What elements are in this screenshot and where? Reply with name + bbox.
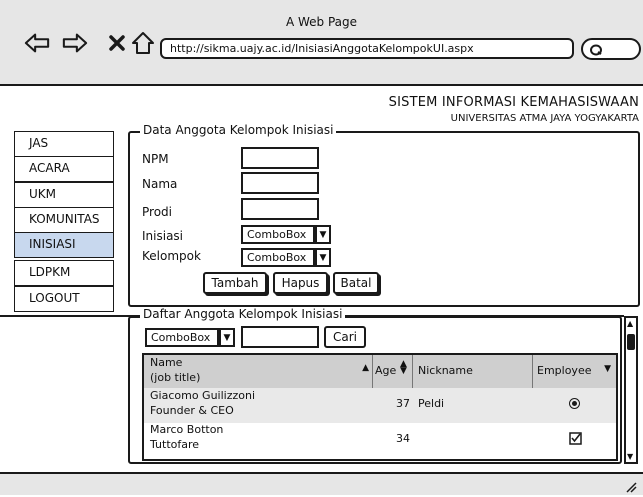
url-field[interactable]: http://sikma.uajy.ac.id/InisiasiAnggotaK… xyxy=(160,38,574,59)
form-legend: Data Anggota Kelompok Inisiasi xyxy=(140,123,337,137)
cell-age: 34 xyxy=(396,432,410,445)
inisiasi-combobox[interactable]: ComboBox xyxy=(241,225,315,244)
chevron-down-icon[interactable]: ▼ xyxy=(315,225,331,244)
sort-desc-icon: ▼ xyxy=(604,364,611,374)
sort-both-icon: ▲ ▼ xyxy=(400,359,407,376)
sort-asc-icon: ▲ xyxy=(362,363,369,373)
search-icon xyxy=(589,42,605,61)
batal-button[interactable]: Batal xyxy=(333,272,379,294)
cell-age: 37 xyxy=(396,397,410,410)
filter-combobox[interactable]: ComboBox xyxy=(145,328,219,347)
sidebar-item-logout[interactable]: LOGOUT xyxy=(14,286,114,312)
nama-input[interactable] xyxy=(241,172,319,194)
chevron-down-icon[interactable]: ▼ xyxy=(315,248,331,267)
sidebar-item-acara[interactable]: ACARA xyxy=(14,156,114,182)
column-header-name-label: Name xyxy=(150,356,183,369)
search-button[interactable] xyxy=(581,38,641,60)
window-title: A Web Page xyxy=(285,15,358,29)
resize-grip-icon[interactable] xyxy=(625,478,637,497)
kelompok-combobox[interactable]: ComboBox xyxy=(241,248,315,267)
cell-title: Founder & CEO xyxy=(150,404,234,417)
kelompok-label: Kelompok xyxy=(142,249,201,263)
close-icon[interactable] xyxy=(104,30,130,56)
npm-input[interactable] xyxy=(241,147,319,169)
home-icon[interactable] xyxy=(130,30,156,56)
tambah-button[interactable]: Tambah xyxy=(203,272,267,294)
sidebar-item-komunitas[interactable]: KOMUNITAS xyxy=(14,207,114,233)
hapus-button[interactable]: Hapus xyxy=(273,272,328,294)
table-row[interactable]: Giacomo Guilizzoni Founder & CEO 37 Peld… xyxy=(144,388,616,423)
prodi-input[interactable] xyxy=(241,198,319,220)
sidebar-item-jas[interactable]: JAS xyxy=(14,131,114,157)
vertical-scrollbar[interactable]: ▲ ▼ xyxy=(624,316,638,464)
status-bar xyxy=(0,472,643,495)
scroll-thumb[interactable] xyxy=(627,334,635,350)
prodi-label: Prodi xyxy=(142,205,172,219)
data-grid: Name (job title) ▲ Age ▲ ▼ Nickname Emplo… xyxy=(142,353,618,461)
column-header-nickname-label: Nickname xyxy=(418,364,473,377)
column-header-nickname[interactable]: Nickname xyxy=(413,355,533,388)
scroll-down-icon[interactable]: ▼ xyxy=(627,452,633,461)
search-input[interactable] xyxy=(241,326,319,348)
column-header-age-label: Age xyxy=(375,364,397,377)
forward-arrow-icon[interactable] xyxy=(62,30,88,56)
cari-button[interactable]: Cari xyxy=(324,326,366,348)
app-title: SISTEM INFORMASI KEMAHASISWAAN xyxy=(388,95,639,110)
sidebar-item-inisiasi[interactable]: INISIASI xyxy=(14,232,114,258)
nama-label: Nama xyxy=(142,177,178,191)
cell-title: Tuttofare xyxy=(150,438,200,451)
scroll-up-icon[interactable]: ▲ xyxy=(627,319,633,328)
back-arrow-icon[interactable] xyxy=(24,30,50,56)
column-header-employee-label: Employee xyxy=(537,364,592,377)
npm-label: NPM xyxy=(142,152,169,166)
browser-toolbar: A Web Page http://sikma.uajy.ac.id/Inisi… xyxy=(0,0,643,86)
app-subtitle: UNIVERSITAS ATMA JAYA YOGYAKARTA xyxy=(450,113,639,124)
list-legend: Daftar Anggota Kelompok Inisiasi xyxy=(140,307,346,321)
cell-name: Marco Botton xyxy=(150,423,224,436)
sidebar-item-ldpkm[interactable]: LDPKM xyxy=(14,260,114,286)
cell-nickname: Peldi xyxy=(418,397,445,410)
column-header-name[interactable]: Name (job title) ▲ xyxy=(144,355,373,388)
cell-nickname xyxy=(418,423,528,458)
column-header-name-sub: (job title) xyxy=(150,371,201,384)
sidebar-item-ukm[interactable]: UKM xyxy=(14,182,114,208)
cell-name: Giacomo Guilizzoni xyxy=(150,389,256,402)
chevron-down-icon[interactable]: ▼ xyxy=(219,328,235,347)
employee-checkbox[interactable] xyxy=(569,432,582,448)
inisiasi-label: Inisiasi xyxy=(142,229,184,243)
column-header-age[interactable]: Age ▲ ▼ xyxy=(373,355,413,388)
employee-radio[interactable] xyxy=(569,398,580,409)
column-header-employee[interactable]: Employee ▼ xyxy=(533,355,616,388)
table-row[interactable]: Marco Botton Tuttofare 34 xyxy=(144,423,616,458)
